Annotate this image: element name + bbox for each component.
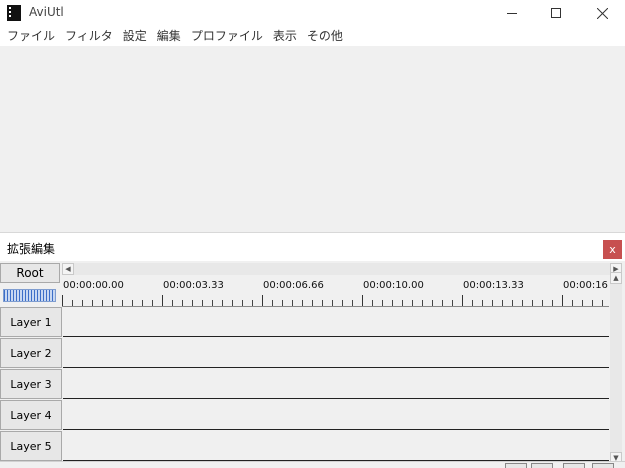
vertical-scrollbar[interactable]: ▲ ▼ [610,272,622,464]
scroll-up-arrow-icon[interactable]: ▲ [610,272,622,284]
timeline-title: 拡張編集 [7,242,56,256]
ruler-ticks [62,300,609,306]
ruler-major-tick [562,295,563,306]
bottom-toolbar [0,461,625,468]
layer-list: Layer 1 Layer 2 Layer 3 Layer 4 Layer 5 [0,307,609,462]
layer-track[interactable] [63,431,609,461]
close-button[interactable] [579,0,625,26]
timeline-title-bar: 拡張編集 x [0,233,625,261]
menu-file[interactable]: ファイル [3,26,59,46]
menu-profile[interactable]: プロファイル [187,26,267,46]
toolbar-button[interactable] [505,463,527,468]
window-title: AviUtl [29,5,64,19]
ruler-major-tick [62,295,63,306]
toolbar-button[interactable] [531,463,553,468]
menu-other[interactable]: その他 [303,26,347,46]
app-film-icon [7,5,21,21]
ruler-label: 00:00:16 [563,280,608,291]
ruler-major-tick [362,295,363,306]
root-button[interactable]: Root [0,263,60,283]
video-workspace [0,46,625,232]
layer-track[interactable] [63,369,609,399]
timeline-close-button[interactable]: x [603,240,622,259]
layer-header[interactable]: Layer 2 [0,338,62,368]
maximize-button[interactable] [533,0,579,26]
menu-view[interactable]: 表示 [269,26,301,46]
scroll-left-arrow-icon[interactable]: ◀ [62,263,74,275]
menu-bar: ファイル フィルタ 設定 編集 プロファイル 表示 その他 [0,26,625,46]
close-icon [596,7,608,19]
ruler-label: 00:00:00.00 [63,280,124,291]
time-ruler[interactable]: 00:00:00.00 00:00:03.33 00:00:06.66 00:0… [62,275,609,307]
layer-header[interactable]: Layer 3 [0,369,62,399]
ruler-label: 00:00:13.33 [463,280,524,291]
layer-track[interactable] [63,307,609,337]
layer-header[interactable]: Layer 5 [0,431,62,461]
horizontal-scrollbar[interactable]: ◀ ▶ [62,263,622,275]
minimize-icon [507,12,517,14]
menu-edit[interactable]: 編集 [153,26,185,46]
timeline-window: 拡張編集 x Root ◀ ▶ 00:00:00.00 00:00:03.33 … [0,232,625,468]
menu-filter[interactable]: フィルタ [61,26,117,46]
layer-row: Layer 4 [0,400,609,431]
timeline-zoom-slider[interactable] [3,289,56,302]
layer-header[interactable]: Layer 4 [0,400,62,430]
ruler-label: 00:00:10.00 [363,280,424,291]
layer-row: Layer 3 [0,369,609,400]
ruler-major-tick [262,295,263,306]
ruler-label: 00:00:06.66 [263,280,324,291]
layer-row: Layer 5 [0,431,609,462]
ruler-major-tick [162,295,163,306]
layer-header[interactable]: Layer 1 [0,307,62,337]
layer-row: Layer 1 [0,307,609,338]
title-bar: AviUtl [0,0,625,26]
toolbar-button[interactable] [563,463,585,468]
toolbar-button[interactable] [592,463,614,468]
layer-track[interactable] [63,338,609,368]
menu-settings[interactable]: 設定 [119,26,151,46]
layer-row: Layer 2 [0,338,609,369]
maximize-icon [551,8,561,18]
minimize-button[interactable] [489,0,535,26]
ruler-label: 00:00:03.33 [163,280,224,291]
layer-track[interactable] [63,400,609,430]
ruler-major-tick [462,295,463,306]
